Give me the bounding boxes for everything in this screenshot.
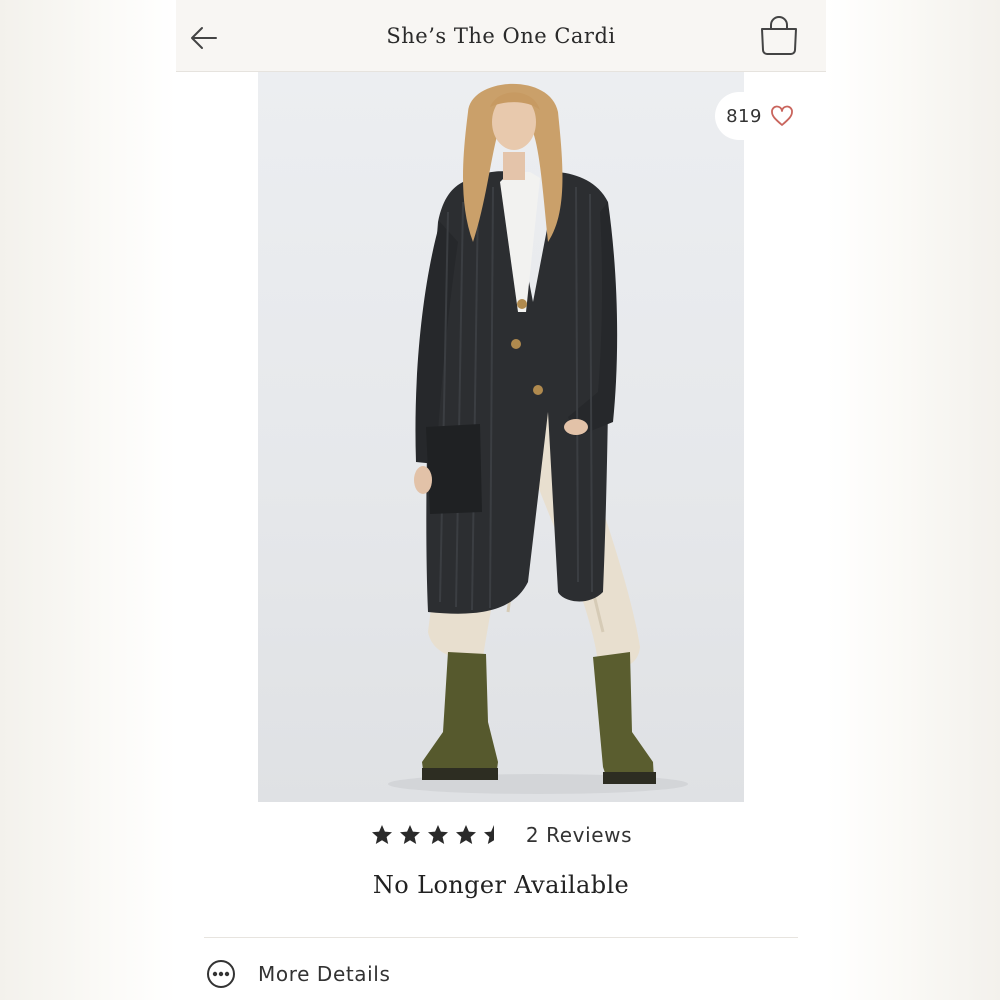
page-title: She’s The One Cardi: [386, 24, 616, 48]
shopping-bag-icon: [761, 16, 797, 55]
more-details-button[interactable]: More Details: [206, 954, 506, 994]
shopping-bag-button[interactable]: [756, 14, 802, 58]
model-photo: [388, 83, 688, 794]
top-navigation-bar: She’s The One Cardi: [176, 0, 826, 72]
star-icon: [371, 825, 392, 844]
more-dots-icon: [207, 960, 235, 988]
back-button[interactable]: [186, 20, 222, 56]
heart-outline-icon: [771, 105, 793, 126]
app-screen: She’s The One Cardi 819 2 Reviews No Lon…: [176, 0, 826, 1000]
product-image[interactable]: [258, 72, 744, 802]
availability-status: No Longer Available: [372, 871, 630, 899]
like-button[interactable]: 819: [715, 92, 805, 140]
right-backdrop: [826, 0, 1000, 1000]
like-count: 819: [726, 105, 762, 127]
rating-row: 2 Reviews: [176, 818, 826, 852]
star-icon: [427, 825, 448, 844]
arrow-left-icon: [191, 27, 217, 49]
reviews-link[interactable]: 2 Reviews: [526, 823, 632, 847]
star-icon: [455, 825, 476, 844]
left-backdrop: [0, 0, 176, 1000]
star-rating: [370, 823, 506, 847]
divider: [204, 937, 798, 938]
star-icon: [399, 825, 420, 844]
star-icon: [483, 825, 494, 844]
more-details-label: More Details: [258, 962, 391, 986]
